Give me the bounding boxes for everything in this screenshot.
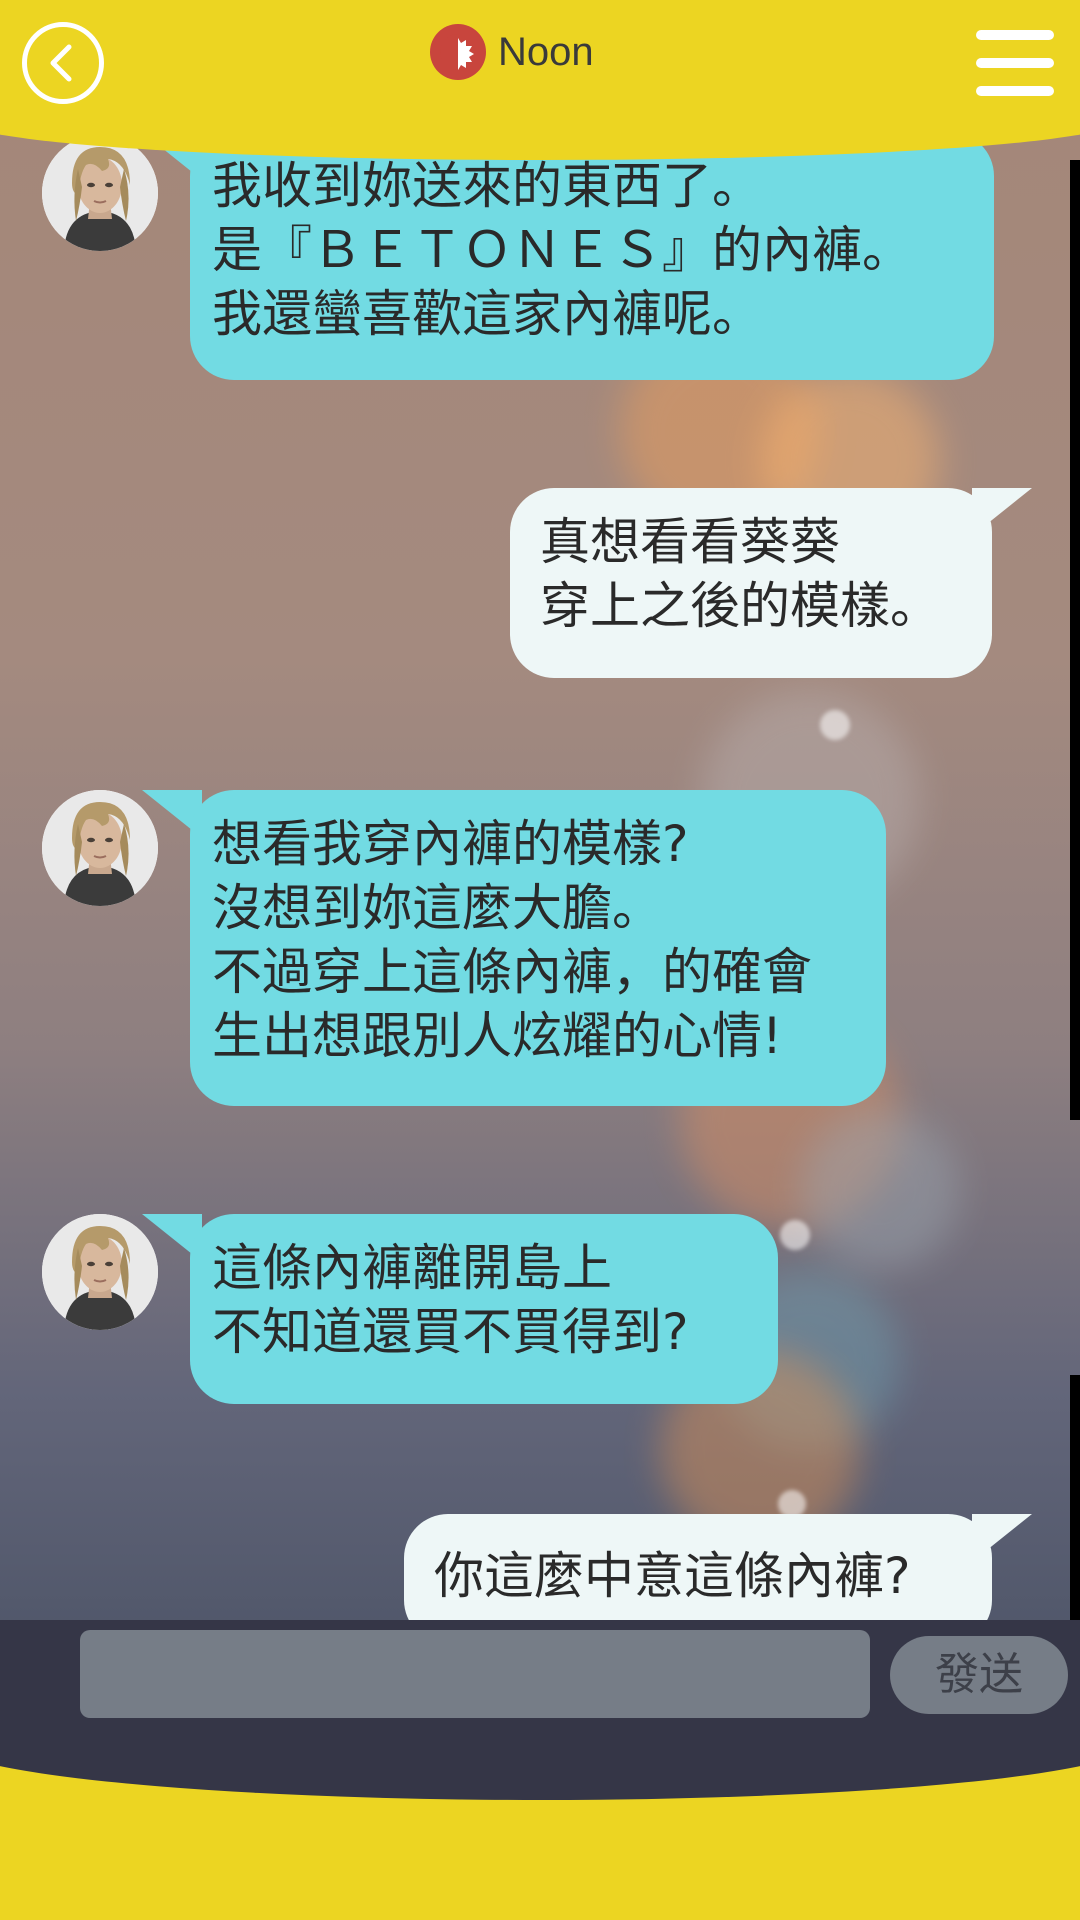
incoming-message-bubble[interactable]: 這條內褲離開島上不知道還買不買得到? bbox=[190, 1214, 778, 1404]
message-text-line: 穿上之後的模樣。 bbox=[540, 577, 940, 635]
back-button[interactable] bbox=[22, 22, 104, 104]
message-input[interactable] bbox=[80, 1630, 870, 1718]
message-text-line: 是『ＢＥＴＯＮＥＳ』的內褲。 bbox=[212, 221, 912, 279]
menu-button[interactable] bbox=[976, 30, 1054, 96]
chat-title-text: Noon bbox=[498, 29, 594, 74]
message-text-line: 沒想到妳這麼大膽。 bbox=[212, 879, 662, 937]
header-bar: Noon bbox=[0, 0, 1080, 160]
contact-avatar[interactable] bbox=[42, 135, 158, 251]
message-text-line: 我收到妳送來的東西了。 bbox=[212, 157, 762, 215]
message-text-line: 真想看看葵葵 bbox=[540, 513, 840, 571]
contact-avatar[interactable] bbox=[42, 1214, 158, 1330]
chat-screen: 我收到妳送來的東西了。是『ＢＥＴＯＮＥＳ』的內褲。 我還蠻喜歡這家內褲呢。真想看看… bbox=[0, 0, 1080, 1920]
chevron-left-icon bbox=[50, 44, 72, 82]
message-text-line: 想看我穿內褲的模樣? bbox=[212, 815, 689, 873]
noon-sun-icon bbox=[430, 24, 486, 80]
outgoing-message-bubble[interactable]: 真想看看葵葵穿上之後的模樣。 bbox=[510, 488, 992, 678]
input-bar: 發送 bbox=[0, 1620, 1080, 1740]
incoming-message-bubble[interactable]: 想看我穿內褲的模樣? 沒想到妳這麼大膽。不過穿上這條內褲，的確會 生出想跟別人炫耀的… bbox=[190, 790, 886, 1106]
contact-avatar[interactable] bbox=[42, 790, 158, 906]
message-text-line: 我還蠻喜歡這家內褲呢。 bbox=[212, 285, 762, 343]
message-text-line: 生出想跟別人炫耀的心情! bbox=[212, 1007, 783, 1065]
message-text-line: 不知道還買不買得到? bbox=[212, 1303, 689, 1361]
message-text-line: 不過穿上這條內褲，的確會 bbox=[212, 943, 812, 1001]
message-text-line: 你這麼中意這條內褲? bbox=[434, 1547, 911, 1605]
send-button[interactable]: 發送 bbox=[890, 1636, 1068, 1714]
message-text-line: 這條內褲離開島上 bbox=[212, 1239, 612, 1297]
chat-title: Noon bbox=[430, 22, 594, 82]
incoming-message-bubble[interactable]: 我收到妳送來的東西了。是『ＢＥＴＯＮＥＳ』的內褲。 我還蠻喜歡這家內褲呢。 bbox=[190, 132, 994, 380]
